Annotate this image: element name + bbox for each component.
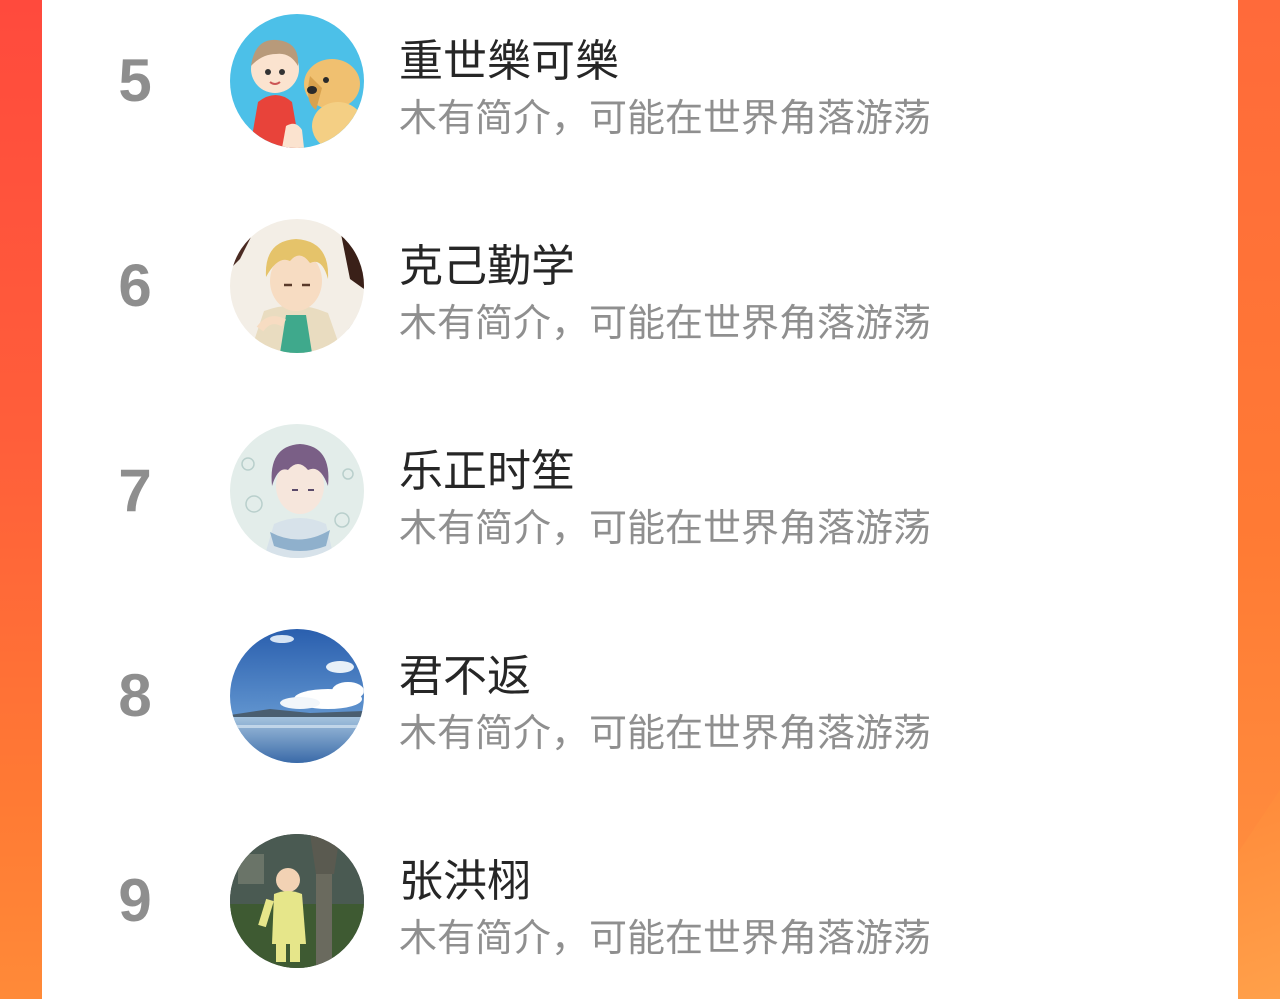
sky-and-lake-avatar[interactable]	[230, 629, 364, 763]
user-name[interactable]: 君不返	[399, 649, 531, 705]
anime-boy-and-dog-avatar[interactable]	[230, 14, 364, 148]
ranking-row-6[interactable]: 6 克己勤学 木有简介，可能在世界角落游荡	[42, 219, 1238, 369]
user-bio: 木有简介，可能在世界角落游荡	[399, 506, 932, 550]
user-name[interactable]: 重世樂可樂	[399, 34, 619, 90]
user-name[interactable]: 克己勤学	[399, 239, 575, 295]
blond-anime-character-avatar[interactable]	[230, 219, 364, 353]
right-background-rail	[1238, 0, 1280, 999]
rank-number: 6	[118, 252, 152, 319]
rank-number: 9	[118, 867, 152, 934]
rank-number: 7	[118, 457, 152, 524]
background-accent	[1238, 790, 1280, 999]
ranking-row-9[interactable]: 9 张洪栩 木有简介，可能在世界角落游荡	[42, 834, 1238, 984]
rank-number: 8	[118, 662, 152, 729]
user-name[interactable]: 张洪栩	[399, 854, 531, 910]
child-under-tree-avatar[interactable]	[230, 834, 364, 968]
user-bio: 木有简介，可能在世界角落游荡	[399, 301, 932, 345]
ranking-row-5[interactable]: 5 重世樂可樂 木有简介，可能在世界角落游荡	[42, 14, 1238, 164]
user-bio: 木有简介，可能在世界角落游荡	[399, 711, 932, 755]
ranking-list-panel: 5 重世樂可樂 木有简介，可能在世界角落游荡 6 克己勤学 木有简介，可能在世界…	[42, 0, 1238, 999]
user-name[interactable]: 乐正时笙	[399, 444, 575, 500]
user-bio: 木有简介，可能在世界角落游荡	[399, 96, 932, 140]
ranking-row-8[interactable]: 8 君不返 木有简介，可能在世界角落游荡	[42, 629, 1238, 779]
ranking-row-7[interactable]: 7 乐正时笙 木有简介，可能在世界角落游荡	[42, 424, 1238, 574]
user-bio: 木有简介，可能在世界角落游荡	[399, 916, 932, 960]
rank-number: 5	[118, 47, 152, 114]
purple-hair-anime-boy-avatar[interactable]	[230, 424, 364, 558]
